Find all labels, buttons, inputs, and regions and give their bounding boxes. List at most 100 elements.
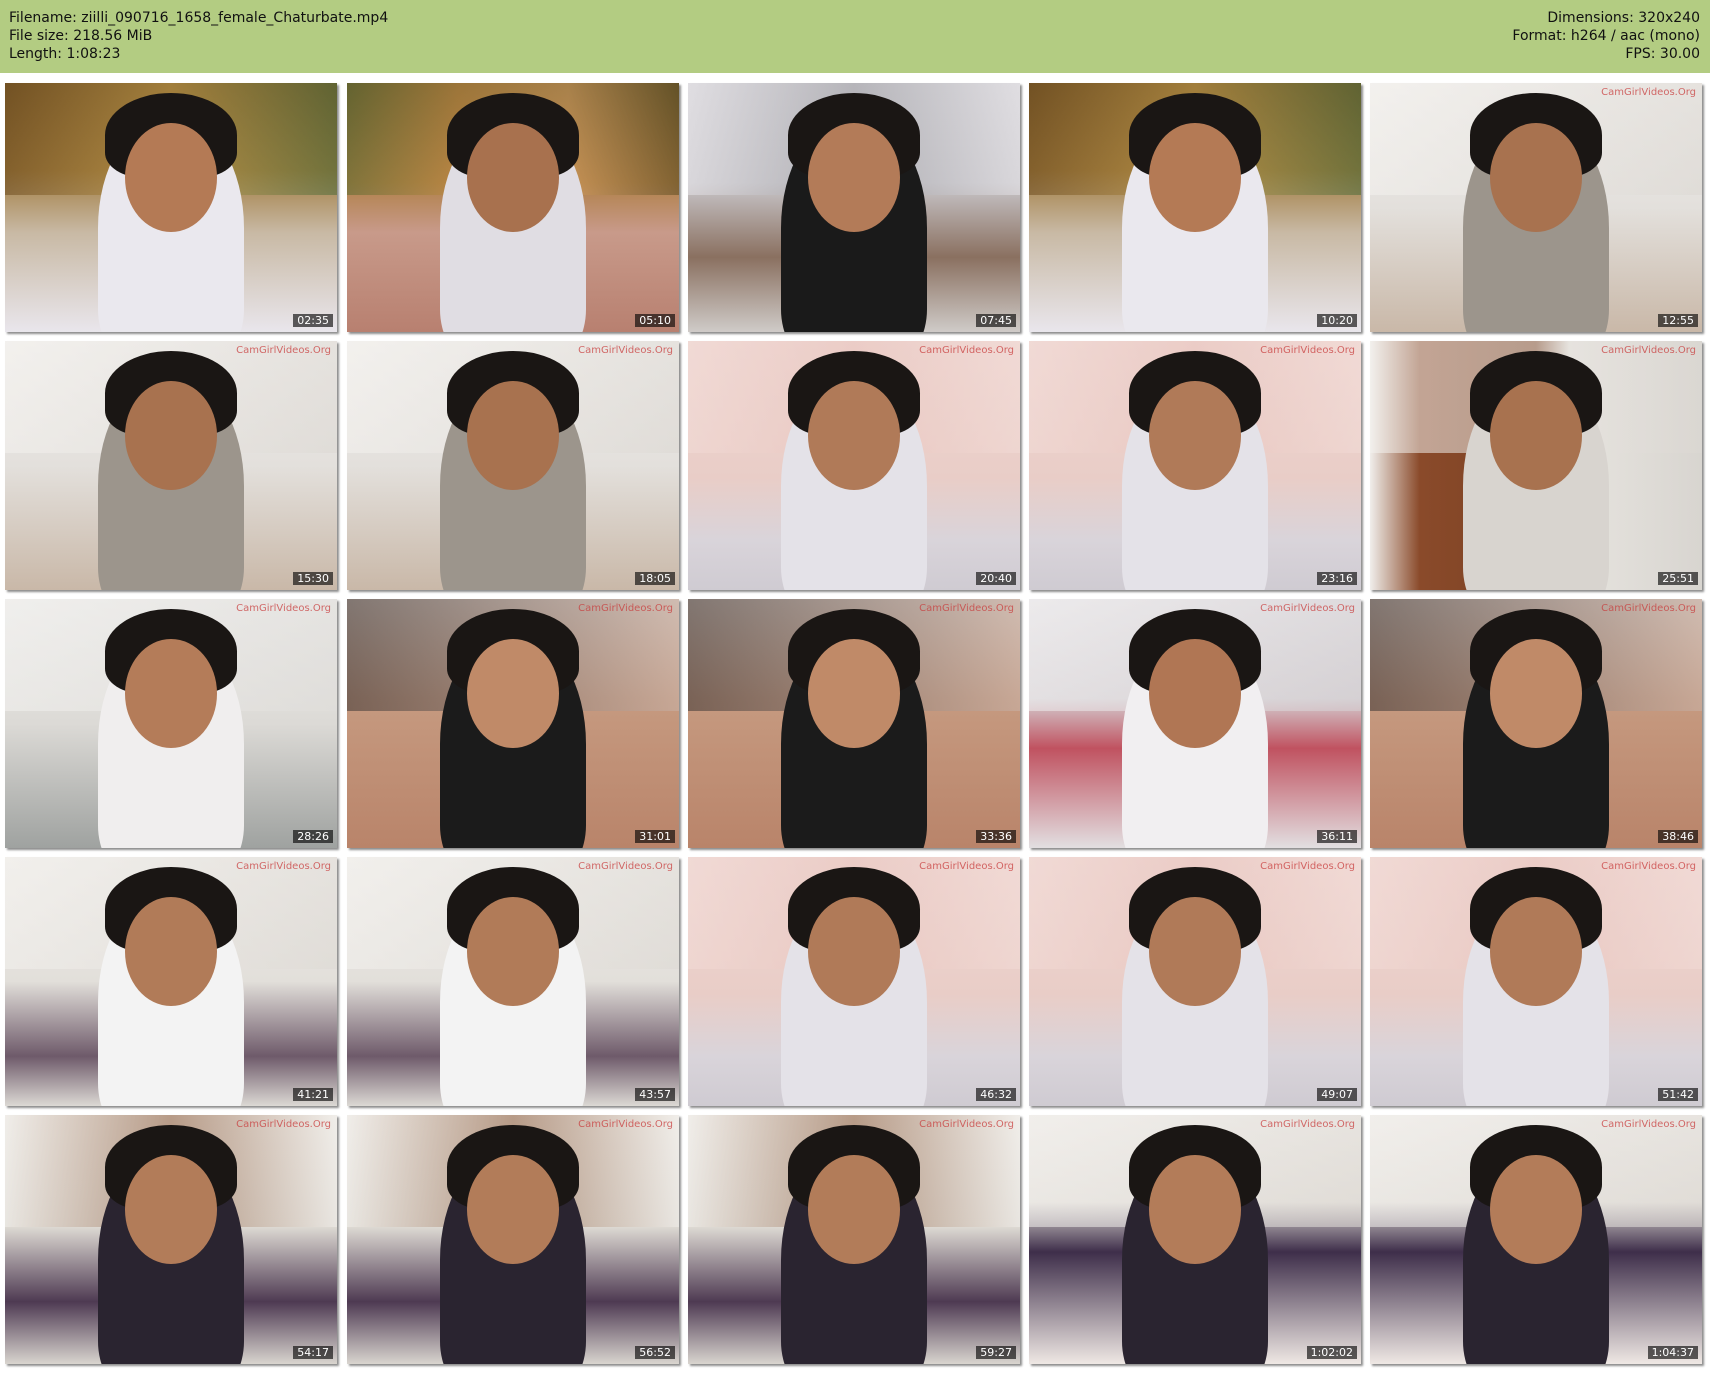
person-face (124, 380, 218, 491)
timestamp-label: 46:32 (976, 1088, 1016, 1101)
thumbnail-frame[interactable]: CamGirlVideos.Org 31:01 (347, 599, 679, 848)
timestamp-label: 05:10 (635, 314, 675, 327)
length-text: Length: 1:08:23 (9, 46, 121, 62)
watermark-text: CamGirlVideos.Org (1601, 345, 1696, 356)
timestamp-label: 18:05 (635, 572, 675, 585)
format-text: Format: h264 / aac (mono) (1512, 28, 1700, 44)
person-face (124, 1154, 218, 1265)
thumbnail-frame[interactable]: CamGirlVideos.Org 54:17 (5, 1115, 337, 1364)
watermark-text: CamGirlVideos.Org (236, 1119, 331, 1130)
timestamp-label: 1:02:02 (1306, 1346, 1357, 1359)
thumbnail-frame[interactable]: CamGirlVideos.Org 12:55 (1370, 83, 1702, 332)
thumbnail-frame[interactable]: CamGirlVideos.Org 56:52 (347, 1115, 679, 1364)
timestamp-label: 12:55 (1658, 314, 1698, 327)
watermark-text: CamGirlVideos.Org (1260, 1119, 1355, 1130)
watermark-text: CamGirlVideos.Org (919, 603, 1014, 614)
thumbnail-frame[interactable]: CamGirlVideos.Org 23:16 (1029, 341, 1361, 590)
person-face (466, 638, 560, 749)
dimensions-text: Dimensions: 320x240 (1547, 10, 1700, 26)
timestamp-label: 59:27 (976, 1346, 1016, 1359)
thumbnail-frame[interactable]: 07:45 (688, 83, 1020, 332)
person-face (1489, 896, 1583, 1007)
timestamp-label: 02:35 (293, 314, 333, 327)
thumbnail-frame[interactable]: 02:35 (5, 83, 337, 332)
thumbnail-frame[interactable]: CamGirlVideos.Org 1:02:02 (1029, 1115, 1361, 1364)
thumbnail-frame[interactable]: CamGirlVideos.Org 25:51 (1370, 341, 1702, 590)
timestamp-label: 36:11 (1317, 830, 1357, 843)
thumbnail-frame[interactable]: CamGirlVideos.Org 18:05 (347, 341, 679, 590)
person-face (807, 638, 901, 749)
timestamp-label: 38:46 (1658, 830, 1698, 843)
person-face (1148, 896, 1242, 1007)
watermark-text: CamGirlVideos.Org (919, 345, 1014, 356)
thumbnail-frame[interactable]: CamGirlVideos.Org 28:26 (5, 599, 337, 848)
filename-text: Filename: ziilli_090716_1658_female_Chat… (9, 10, 389, 26)
watermark-text: CamGirlVideos.Org (578, 1119, 673, 1130)
person-face (124, 638, 218, 749)
timestamp-label: 43:57 (635, 1088, 675, 1101)
timestamp-label: 15:30 (293, 572, 333, 585)
watermark-text: CamGirlVideos.Org (1260, 861, 1355, 872)
thumbnail-frame[interactable]: CamGirlVideos.Org 43:57 (347, 857, 679, 1106)
watermark-text: CamGirlVideos.Org (1601, 861, 1696, 872)
timestamp-label: 31:01 (635, 830, 675, 843)
watermark-text: CamGirlVideos.Org (1601, 87, 1696, 98)
thumbnail-frame[interactable]: CamGirlVideos.Org 15:30 (5, 341, 337, 590)
person-face (807, 380, 901, 491)
watermark-text: CamGirlVideos.Org (236, 861, 331, 872)
timestamp-label: 49:07 (1317, 1088, 1357, 1101)
fps-text: FPS: 30.00 (1625, 46, 1700, 62)
watermark-text: CamGirlVideos.Org (1601, 603, 1696, 614)
info-header: Filename: ziilli_090716_1658_female_Chat… (0, 0, 1710, 73)
filesize-text: File size: 218.56 MiB (9, 28, 153, 44)
person-face (124, 122, 218, 233)
person-face (124, 896, 218, 1007)
thumbnail-frame[interactable]: CamGirlVideos.Org 59:27 (688, 1115, 1020, 1364)
person-face (1489, 380, 1583, 491)
watermark-text: CamGirlVideos.Org (236, 603, 331, 614)
person-face (1489, 122, 1583, 233)
info-left: Filename: ziilli_090716_1658_female_Chat… (9, 9, 388, 63)
person-face (466, 122, 560, 233)
person-face (466, 896, 560, 1007)
timestamp-label: 51:42 (1658, 1088, 1698, 1101)
person-face (1148, 380, 1242, 491)
person-face (466, 380, 560, 491)
timestamp-label: 41:21 (293, 1088, 333, 1101)
timestamp-label: 25:51 (1658, 572, 1698, 585)
watermark-text: CamGirlVideos.Org (919, 1119, 1014, 1130)
thumbnail-frame[interactable]: 10:20 (1029, 83, 1361, 332)
person-face (1489, 1154, 1583, 1265)
watermark-text: CamGirlVideos.Org (919, 861, 1014, 872)
timestamp-label: 1:04:37 (1647, 1346, 1698, 1359)
watermark-text: CamGirlVideos.Org (578, 603, 673, 614)
thumbnail-frame[interactable]: CamGirlVideos.Org 33:36 (688, 599, 1020, 848)
timestamp-label: 33:36 (976, 830, 1016, 843)
person-face (466, 1154, 560, 1265)
thumbnail-frame[interactable]: CamGirlVideos.Org 51:42 (1370, 857, 1702, 1106)
person-face (807, 1154, 901, 1265)
timestamp-label: 23:16 (1317, 572, 1357, 585)
thumbnail-frame[interactable]: CamGirlVideos.Org 36:11 (1029, 599, 1361, 848)
thumbnail-frame[interactable]: 05:10 (347, 83, 679, 332)
thumbnail-frame[interactable]: CamGirlVideos.Org 38:46 (1370, 599, 1702, 848)
timestamp-label: 56:52 (635, 1346, 675, 1359)
timestamp-label: 20:40 (976, 572, 1016, 585)
watermark-text: CamGirlVideos.Org (1260, 345, 1355, 356)
person-face (1148, 638, 1242, 749)
watermark-text: CamGirlVideos.Org (578, 861, 673, 872)
person-face (1148, 1154, 1242, 1265)
thumbnail-frame[interactable]: CamGirlVideos.Org 41:21 (5, 857, 337, 1106)
thumbnail-frame[interactable]: CamGirlVideos.Org 20:40 (688, 341, 1020, 590)
watermark-text: CamGirlVideos.Org (1601, 1119, 1696, 1130)
thumbnail-frame[interactable]: CamGirlVideos.Org 46:32 (688, 857, 1020, 1106)
watermark-text: CamGirlVideos.Org (578, 345, 673, 356)
timestamp-label: 07:45 (976, 314, 1016, 327)
person-face (807, 122, 901, 233)
timestamp-label: 54:17 (293, 1346, 333, 1359)
watermark-text: CamGirlVideos.Org (236, 345, 331, 356)
watermark-text: CamGirlVideos.Org (1260, 603, 1355, 614)
thumbnail-frame[interactable]: CamGirlVideos.Org 49:07 (1029, 857, 1361, 1106)
thumbnail-frame[interactable]: CamGirlVideos.Org 1:04:37 (1370, 1115, 1702, 1364)
timestamp-label: 10:20 (1317, 314, 1357, 327)
